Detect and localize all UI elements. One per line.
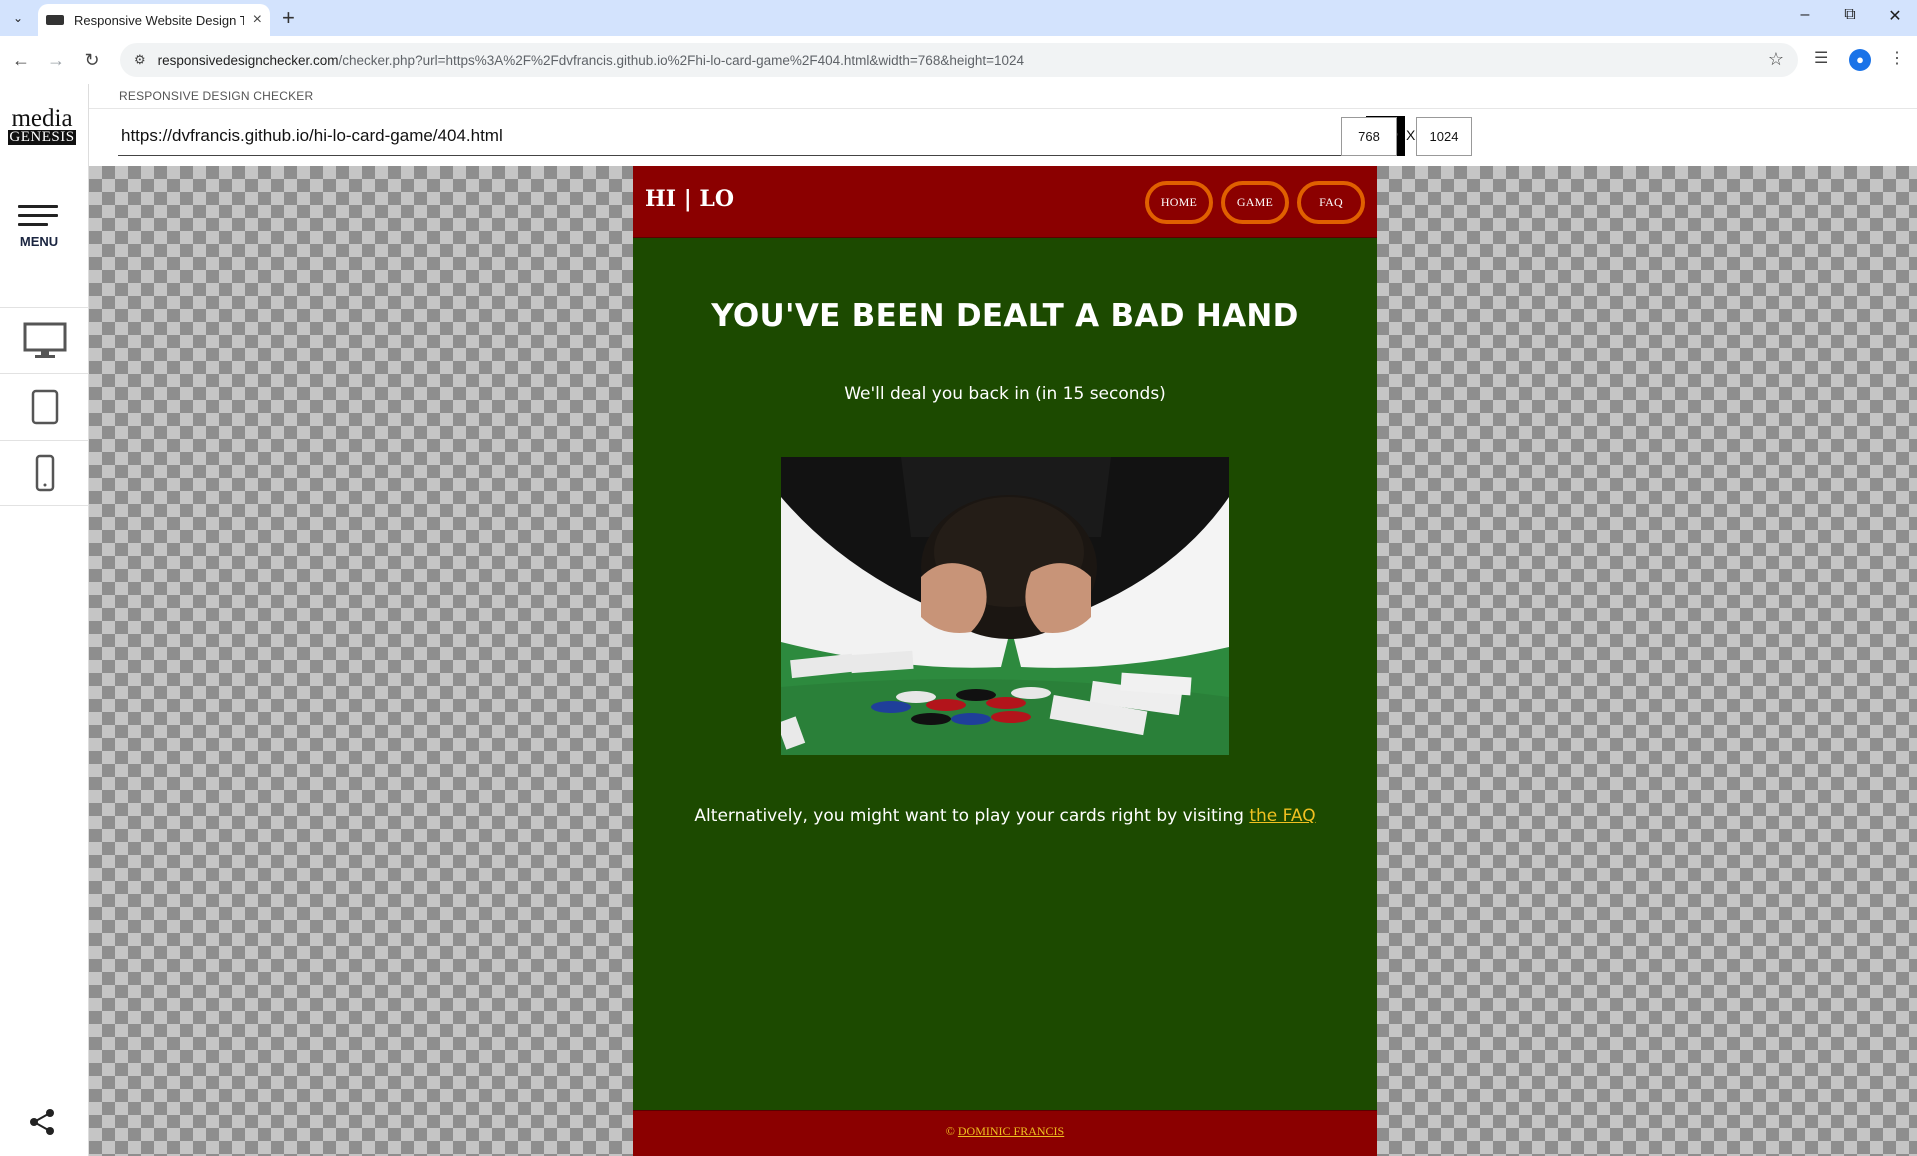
media-controls-icon[interactable]: ☰ [1814, 48, 1828, 68]
site-favicon-icon [46, 15, 64, 25]
logo-text-bottom: GENESIS [8, 129, 76, 145]
back-icon[interactable]: ← [9, 48, 33, 72]
media-genesis-logo[interactable]: media GENESIS [8, 105, 76, 145]
rdc-topbar: RESPONSIVE DESIGN CHECKER GO X [89, 84, 1917, 166]
faq-link[interactable]: the FAQ [1249, 806, 1315, 826]
dimension-separator: X [1406, 127, 1416, 143]
bad-hand-photo [781, 457, 1229, 755]
author-link[interactable]: DOMINIC FRANCIS [958, 1124, 1064, 1138]
minimize-icon[interactable]: – [1793, 6, 1817, 24]
tab-search-chevron-icon[interactable]: ⌄ [6, 6, 30, 30]
address-bar[interactable]: ⚙ responsivedesignchecker.com/checker.ph… [120, 43, 1798, 77]
redirect-countdown: We'll deal you back in (in 15 seconds) [844, 384, 1166, 404]
alternative-text: Alternatively, you might want to play yo… [633, 806, 1377, 826]
address-url: responsivedesignchecker.com/checker.php?… [157, 52, 1025, 68]
height-input[interactable] [1416, 117, 1472, 156]
copyright-text: © DOMINIC FRANCIS [945, 1124, 1065, 1138]
error-heading: YOU'VE BEEN DEALT A BAD HAND [711, 298, 1299, 334]
rdc-page-title: RESPONSIVE DESIGN CHECKER [119, 89, 314, 103]
nav-home-link[interactable]: HOME [1145, 181, 1213, 224]
site-info-icon[interactable]: ⚙ [134, 52, 146, 68]
sidebar-divider [0, 307, 89, 308]
rdc-divider [89, 108, 1917, 109]
sidebar-divider [0, 373, 89, 374]
forward-icon[interactable]: → [44, 48, 68, 72]
close-tab-icon[interactable]: × [253, 11, 262, 29]
hamburger-menu-icon[interactable] [18, 205, 58, 232]
close-window-icon[interactable]: ✕ [1883, 6, 1907, 26]
more-menu-icon[interactable]: ⋮ [1889, 48, 1905, 68]
browser-tab-bar: ⌄ Responsive Website Design Tes × + – ⧉ … [0, 0, 1917, 36]
desktop-device-icon[interactable] [0, 322, 89, 365]
browser-tab[interactable]: Responsive Website Design Tes × [38, 4, 270, 36]
width-input[interactable] [1341, 117, 1397, 156]
rdc-sidebar: media GENESIS MENU [0, 84, 89, 1156]
sidebar-divider [0, 505, 89, 506]
test-url-input[interactable] [118, 116, 1366, 156]
preview-frame[interactable]: HI | LO HOME GAME FAQ YOU'VE BEEN DEALT … [633, 166, 1377, 1156]
mobile-device-icon[interactable] [0, 454, 89, 497]
menu-label[interactable]: MENU [0, 234, 78, 249]
bookmark-star-icon[interactable]: ☆ [1768, 49, 1784, 70]
tab-title: Responsive Website Design Tes [74, 12, 244, 28]
sidebar-divider [0, 440, 89, 441]
site-footer: © DOMINIC FRANCIS [633, 1110, 1377, 1156]
tablet-device-icon[interactable] [0, 389, 89, 430]
site-navbar: HI | LO HOME GAME FAQ [633, 166, 1377, 238]
site-brand[interactable]: HI | LO [645, 186, 734, 212]
logo-text-top: media [11, 105, 73, 132]
alternative-text-body: Alternatively, you might want to play yo… [694, 806, 1250, 826]
profile-avatar-icon[interactable]: ● [1849, 49, 1871, 71]
nav-faq-link[interactable]: FAQ [1297, 181, 1365, 224]
reload-icon[interactable]: ↻ [80, 48, 104, 72]
browser-toolbar: ← → ↻ ⚙ responsivedesignchecker.com/chec… [0, 36, 1917, 84]
nav-game-link[interactable]: GAME [1221, 181, 1289, 224]
new-tab-button[interactable]: + [282, 6, 295, 30]
share-icon[interactable] [28, 1108, 56, 1143]
restore-icon[interactable]: ⧉ [1838, 6, 1862, 24]
